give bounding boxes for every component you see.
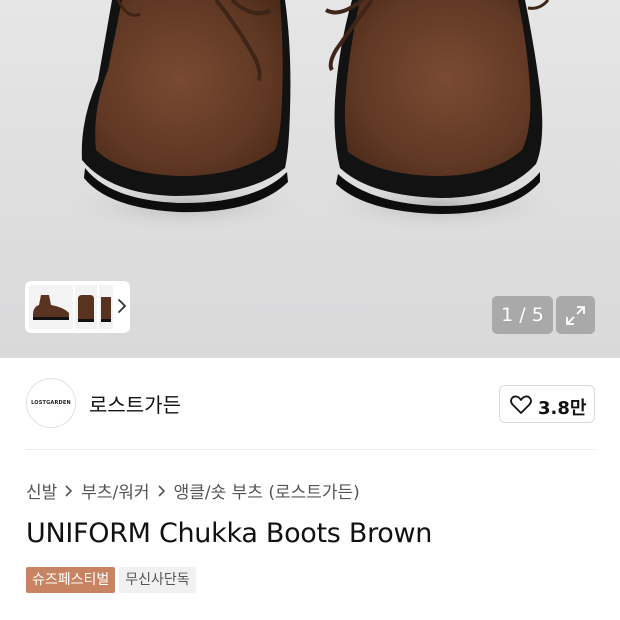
exclusive-badge: 무신사단독 [119, 567, 196, 593]
like-button[interactable]: 3.8만 [499, 385, 595, 423]
breadcrumb-item-ankle-boots[interactable]: 앵클/숏 부츠 (로스트가든) [174, 478, 360, 503]
chevron-right-icon [59, 483, 79, 497]
divider [26, 449, 595, 450]
chevron-right-icon[interactable] [115, 294, 129, 318]
brand-logo-text: LOSTGARDEN [31, 400, 71, 406]
breadcrumb-item-boots[interactable]: 부츠/워커 [81, 478, 149, 503]
thumbnail-1[interactable] [29, 285, 73, 329]
brand-logo[interactable]: LOSTGARDEN [26, 378, 76, 428]
breadcrumb: 신발 부츠/워커 앵클/숏 부츠 (로스트가든) [26, 478, 360, 503]
thumbnail-strip[interactable] [25, 281, 130, 333]
festival-badge: 슈즈페스티벌 [26, 567, 116, 593]
product-title: UNIFORM Chukka Boots Brown [26, 518, 433, 549]
like-count: 3.8만 [538, 398, 587, 419]
image-counter: 1 / 5 [492, 296, 553, 334]
thumbnail-2[interactable] [75, 285, 97, 329]
brand-name[interactable]: 로스트가든 [89, 389, 181, 418]
thumbnail-3[interactable] [99, 285, 113, 329]
expand-icon[interactable] [556, 296, 595, 334]
brand-row: LOSTGARDEN 로스트가든 3.8만 [0, 358, 620, 450]
chevron-right-icon [152, 483, 172, 497]
product-image-carousel[interactable]: 1 / 5 [0, 0, 620, 358]
breadcrumb-item-shoes[interactable]: 신발 [26, 478, 57, 503]
heart-outline-icon [510, 395, 532, 414]
badge-row: 슈즈페스티벌 무신사단독 [26, 567, 196, 593]
